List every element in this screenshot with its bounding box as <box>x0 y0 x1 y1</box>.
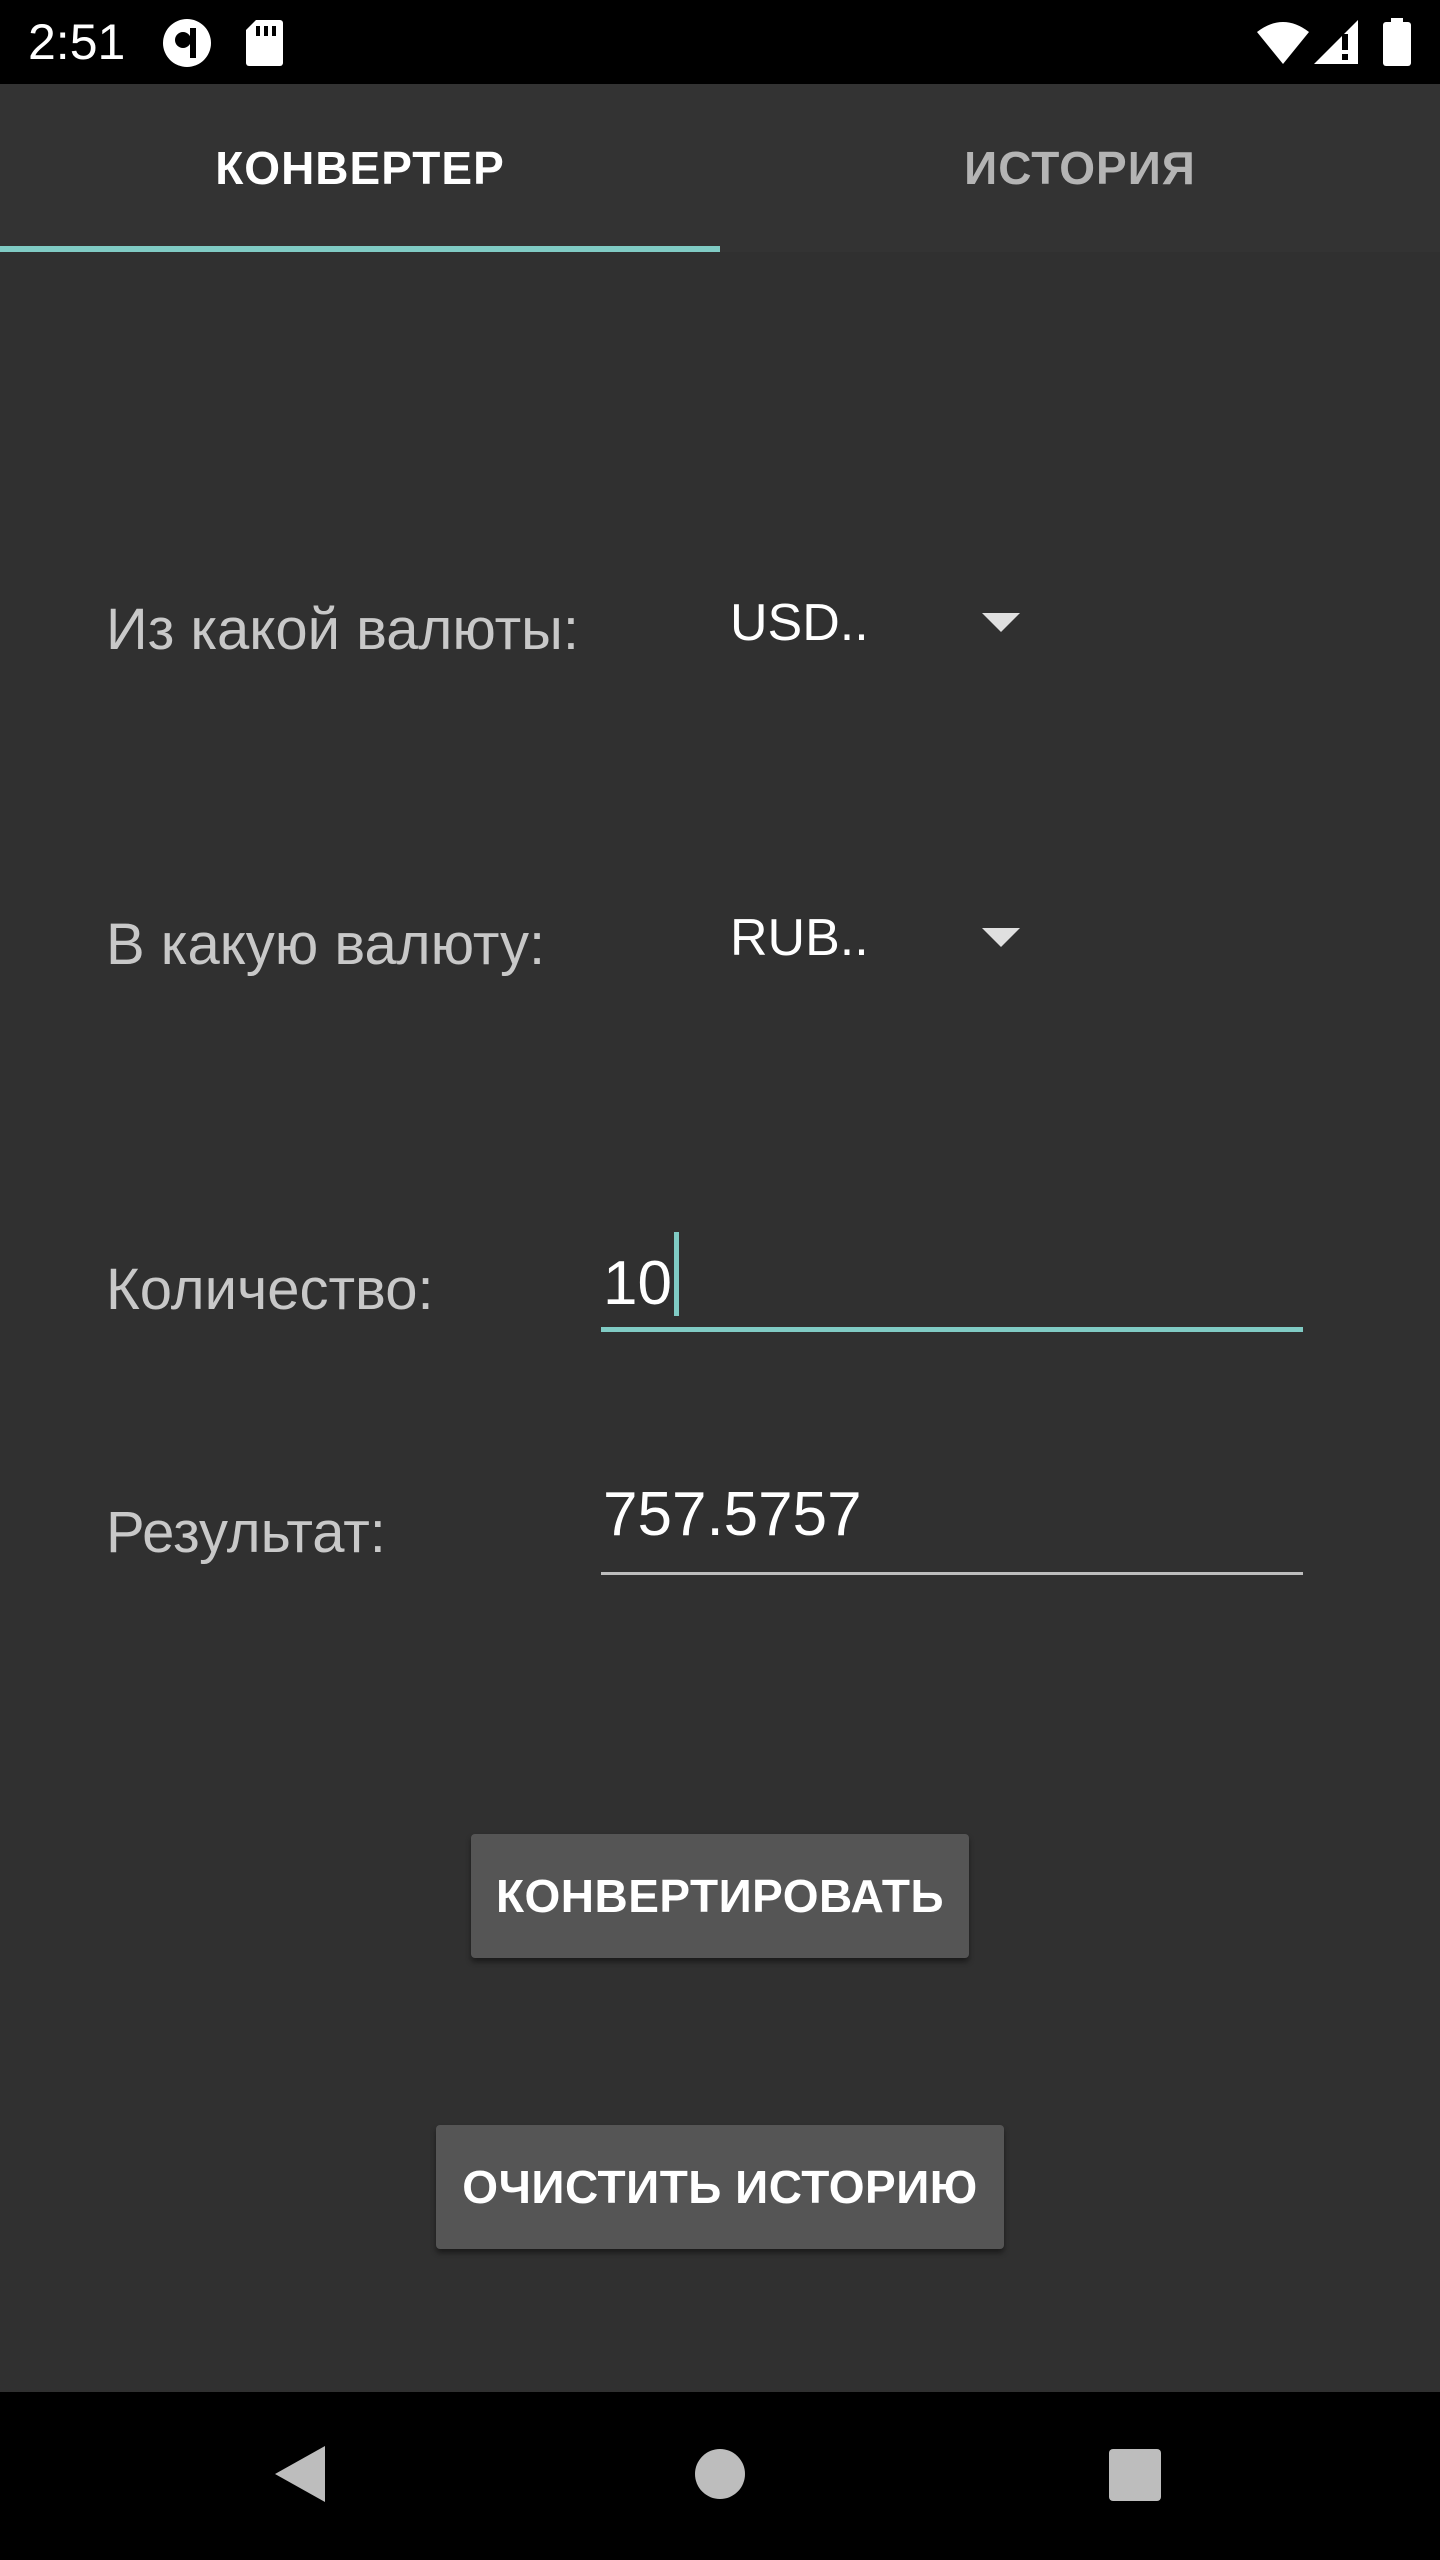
to-currency-spinner[interactable]: RUB.. <box>730 893 1050 983</box>
convert-button[interactable]: КОНВЕРТИРОВАТЬ <box>471 1834 969 1958</box>
from-currency-spinner[interactable]: USD.. <box>730 578 1050 668</box>
back-icon[interactable] <box>270 2442 330 2506</box>
navigation-bar <box>0 2392 1440 2560</box>
result-field[interactable]: 757.5757 <box>601 1465 1303 1575</box>
amount-input[interactable]: 10 <box>601 1222 1303 1332</box>
to-currency-label: В какую валюту: <box>106 912 546 977</box>
tab-bar: КОНВЕРТЕР ИСТОРИЯ <box>0 84 1440 252</box>
from-currency-value: USD.. <box>730 594 869 652</box>
amount-input-underline <box>601 1327 1303 1332</box>
tab-converter[interactable]: КОНВЕРТЕР <box>0 84 720 252</box>
home-icon[interactable] <box>694 2448 746 2500</box>
clear-history-button[interactable]: ОЧИСТИТЬ ИСТОРИЮ <box>436 2125 1004 2249</box>
result-label: Результат: <box>106 1500 386 1565</box>
tab-history[interactable]: ИСТОРИЯ <box>720 84 1440 252</box>
cell-signal-icon <box>1312 18 1362 68</box>
result-value: 757.5757 <box>603 1480 862 1549</box>
dropdown-arrow-icon <box>982 928 1020 947</box>
recents-icon[interactable] <box>1108 2448 1162 2502</box>
amount-value: 10 <box>603 1249 672 1318</box>
result-field-underline <box>601 1572 1303 1575</box>
amount-label: Количество: <box>106 1257 434 1322</box>
wifi-icon <box>1256 18 1309 68</box>
status-time: 2:51 <box>28 14 126 70</box>
sd-card-icon <box>244 18 294 68</box>
to-currency-value: RUB.. <box>730 909 869 967</box>
from-currency-label: Из какой валюты: <box>106 597 579 662</box>
dropdown-arrow-icon <box>982 613 1020 632</box>
tab-selected-indicator <box>0 246 720 252</box>
text-cursor <box>673 1232 679 1316</box>
battery-icon <box>1382 18 1432 68</box>
status-bar: 2:51 <box>0 0 1440 84</box>
app-notification-icon <box>162 18 212 68</box>
